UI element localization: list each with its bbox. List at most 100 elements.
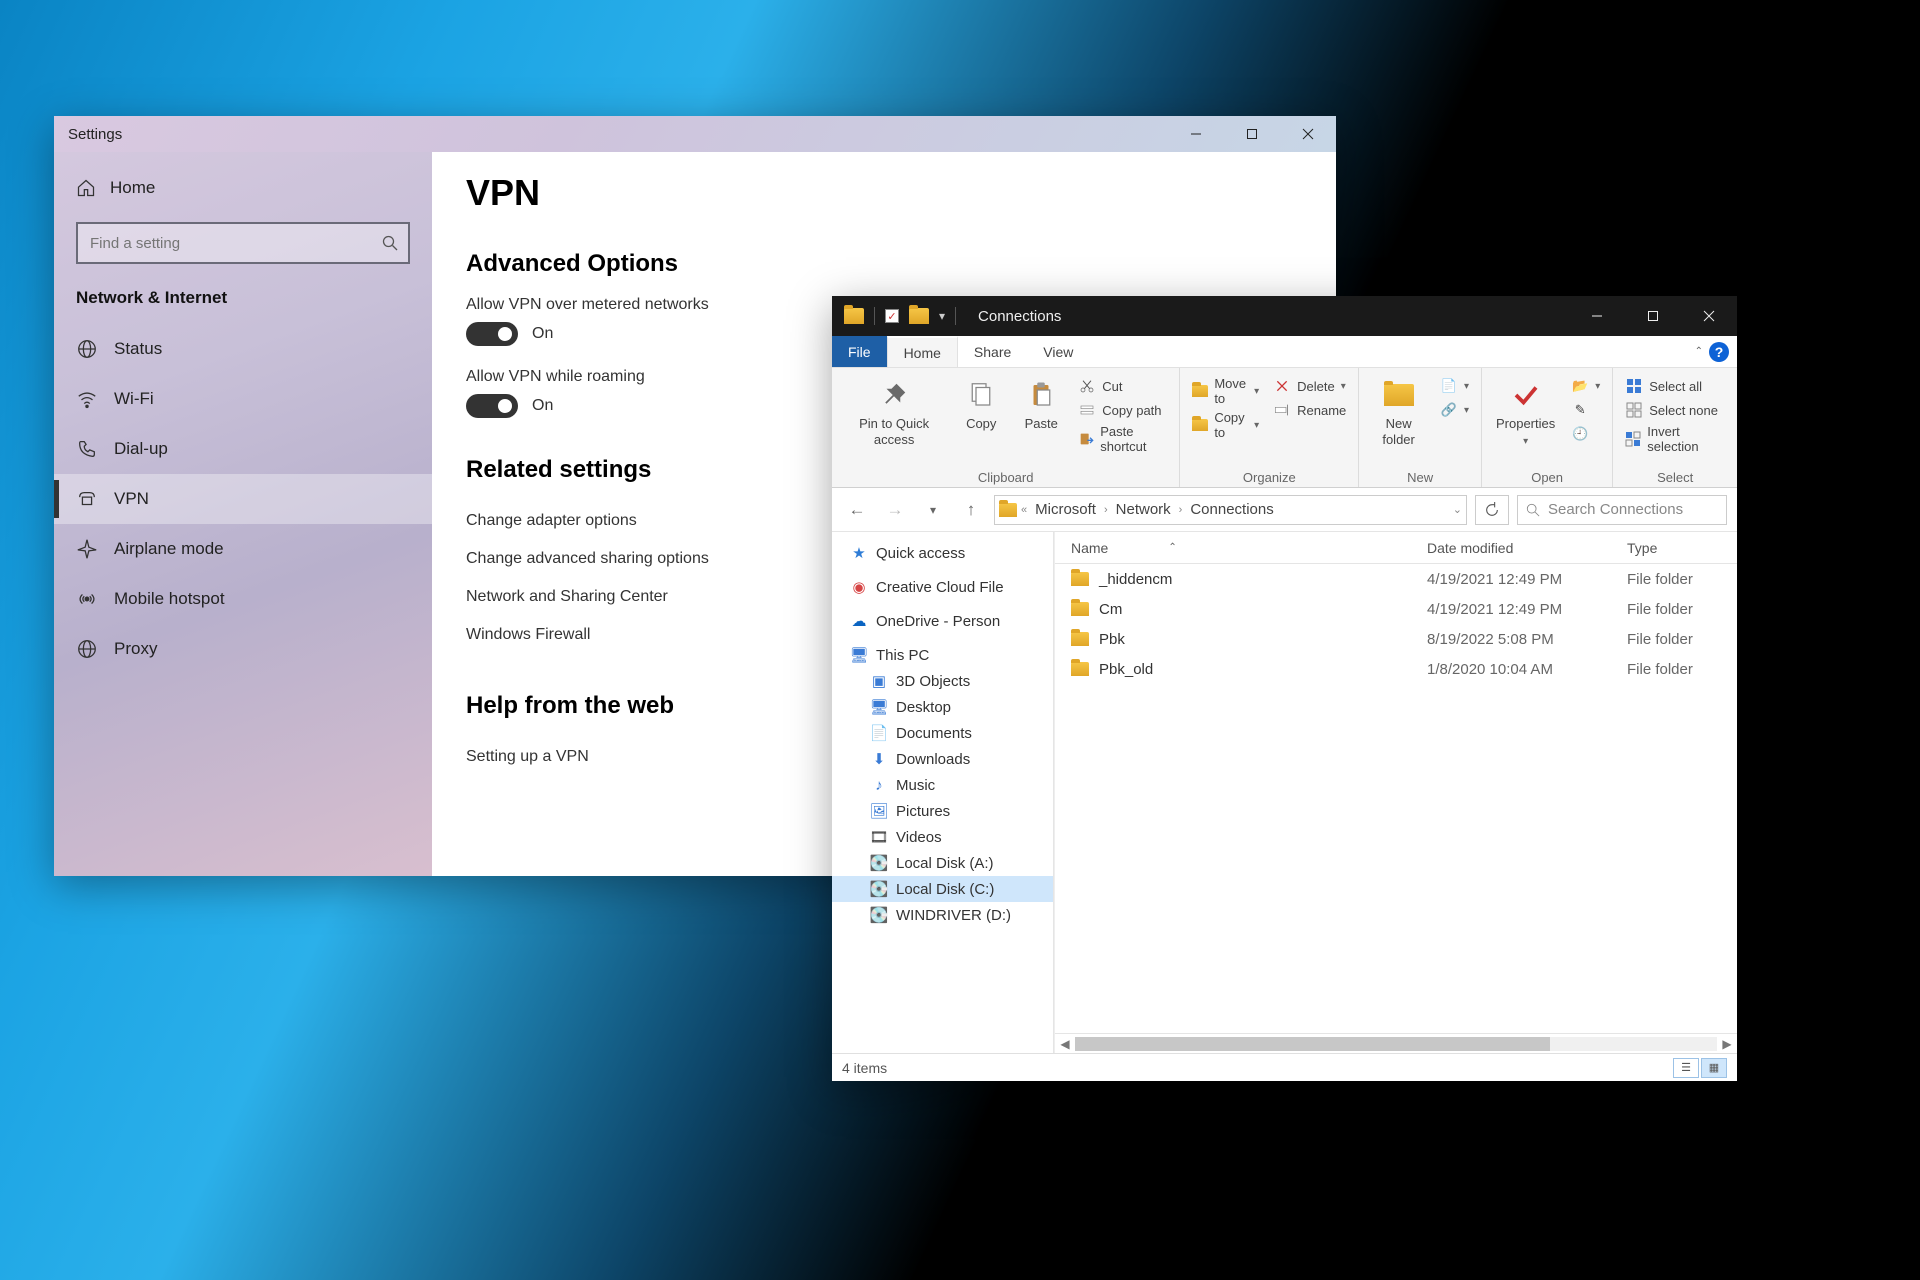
ribbon-select-all[interactable]: Select all bbox=[1621, 374, 1729, 398]
col-name[interactable]: Name bbox=[1071, 540, 1108, 556]
toggle-roaming[interactable] bbox=[466, 394, 518, 418]
tree-pictures[interactable]: 🖼Pictures bbox=[832, 798, 1053, 824]
up-button[interactable]: ↑ bbox=[956, 495, 986, 525]
ribbon-new-folder[interactable]: New folder bbox=[1367, 374, 1430, 451]
collapse-ribbon-icon[interactable]: ⌃ bbox=[1695, 346, 1703, 357]
tree-onedrive[interactable]: ☁OneDrive - Person bbox=[832, 608, 1053, 634]
ribbon-copy-to[interactable]: Copy to▾ bbox=[1188, 408, 1263, 442]
col-type[interactable]: Type bbox=[1627, 540, 1737, 556]
ribbon-paste-shortcut[interactable]: Paste shortcut bbox=[1074, 422, 1171, 456]
help-icon[interactable]: ? bbox=[1709, 342, 1729, 362]
delete-icon bbox=[1273, 377, 1291, 395]
maximize-button[interactable] bbox=[1625, 296, 1681, 336]
tree-disk-a[interactable]: 💽Local Disk (A:) bbox=[832, 850, 1053, 876]
easy-access-icon: 🔗 bbox=[1440, 401, 1458, 419]
sidebar-item-vpn[interactable]: VPN bbox=[54, 474, 432, 524]
ribbon-edit[interactable]: ✎ bbox=[1567, 398, 1604, 422]
breadcrumb[interactable]: « Microsoft› Network› Connections ⌄ bbox=[994, 495, 1467, 525]
ribbon-rename[interactable]: Rename bbox=[1269, 398, 1350, 422]
tree-documents[interactable]: 📄Documents bbox=[832, 720, 1053, 746]
separator bbox=[874, 307, 875, 325]
ribbon-history[interactable]: 🕘 bbox=[1567, 422, 1604, 446]
ribbon-easy-access[interactable]: 🔗▾ bbox=[1436, 398, 1473, 422]
ribbon-pin-quick-access[interactable]: Pin to Quick access bbox=[840, 374, 948, 451]
tree-quick-access[interactable]: ★Quick access bbox=[832, 540, 1053, 566]
ribbon-paste[interactable]: Paste bbox=[1014, 374, 1068, 436]
ribbon-properties[interactable]: Properties▾ bbox=[1490, 374, 1561, 452]
home-nav[interactable]: Home bbox=[54, 164, 432, 212]
minimize-button[interactable] bbox=[1569, 296, 1625, 336]
airplane-icon bbox=[76, 538, 98, 560]
folder-icon bbox=[1071, 632, 1089, 646]
phone-icon bbox=[76, 438, 98, 460]
tree-desktop[interactable]: 🖥Desktop bbox=[832, 694, 1053, 720]
close-button[interactable] bbox=[1280, 116, 1336, 152]
ribbon-select-none[interactable]: Select none bbox=[1621, 398, 1729, 422]
file-row[interactable]: _hiddencm 4/19/2021 12:49 PM File folder bbox=[1055, 564, 1737, 594]
breadcrumb-seg[interactable]: Connections bbox=[1186, 501, 1277, 518]
recent-locations-button[interactable]: ▾ bbox=[918, 495, 948, 525]
ribbon-invert-selection[interactable]: Invert selection bbox=[1621, 422, 1729, 456]
tree-this-pc[interactable]: 🖥This PC bbox=[832, 642, 1053, 668]
col-date[interactable]: Date modified bbox=[1427, 540, 1627, 556]
menu-home[interactable]: Home bbox=[887, 336, 958, 367]
breadcrumb-seg[interactable]: Microsoft bbox=[1031, 501, 1100, 518]
tree-3d-objects[interactable]: ▣3D Objects bbox=[832, 668, 1053, 694]
tree-creative-cloud[interactable]: ◉Creative Cloud File bbox=[832, 574, 1053, 600]
new-folder-icon bbox=[1382, 378, 1416, 412]
settings-titlebar[interactable]: Settings bbox=[54, 116, 1336, 152]
explorer-titlebar[interactable]: ✓ ▾ Connections bbox=[832, 296, 1737, 336]
minimize-button[interactable] bbox=[1168, 116, 1224, 152]
settings-search[interactable] bbox=[76, 222, 410, 264]
menu-view[interactable]: View bbox=[1027, 336, 1089, 367]
ribbon-move-to[interactable]: Move to▾ bbox=[1188, 374, 1263, 408]
file-row[interactable]: Pbk 8/19/2022 5:08 PM File folder bbox=[1055, 624, 1737, 654]
refresh-button[interactable] bbox=[1475, 495, 1509, 525]
ribbon-group-new: New bbox=[1367, 468, 1473, 485]
sidebar-item-wifi[interactable]: Wi-Fi bbox=[54, 374, 432, 424]
sidebar-item-status[interactable]: Status bbox=[54, 324, 432, 374]
sidebar-item-airplane[interactable]: Airplane mode bbox=[54, 524, 432, 574]
ribbon-cut[interactable]: Cut bbox=[1074, 374, 1171, 398]
ribbon-open[interactable]: 📂▾ bbox=[1567, 374, 1604, 398]
breadcrumb-seg[interactable]: Network bbox=[1112, 501, 1175, 518]
menu-share[interactable]: Share bbox=[958, 336, 1027, 367]
folder-icon bbox=[1071, 602, 1089, 616]
maximize-button[interactable] bbox=[1224, 116, 1280, 152]
view-details-button[interactable]: ☰ bbox=[1673, 1058, 1699, 1078]
forward-button[interactable]: → bbox=[880, 495, 910, 525]
tree-music[interactable]: ♪Music bbox=[832, 772, 1053, 798]
sidebar-item-proxy[interactable]: Proxy bbox=[54, 624, 432, 674]
tree-disk-c[interactable]: 💽Local Disk (C:) bbox=[832, 876, 1053, 902]
sort-asc-icon: ⌃ bbox=[1168, 542, 1176, 553]
rename-icon bbox=[1273, 401, 1291, 419]
ribbon-copy-path[interactable]: Copy path bbox=[1074, 398, 1171, 422]
tree-downloads[interactable]: ⬇Downloads bbox=[832, 746, 1053, 772]
menu-file[interactable]: File bbox=[832, 336, 887, 367]
qat-checkbox-icon[interactable]: ✓ bbox=[885, 309, 899, 323]
sidebar-item-hotspot[interactable]: Mobile hotspot bbox=[54, 574, 432, 624]
sidebar-item-label: Status bbox=[114, 339, 162, 359]
horizontal-scrollbar[interactable]: ◀ ▶ bbox=[1055, 1033, 1737, 1053]
move-to-icon bbox=[1192, 382, 1208, 400]
ribbon-delete[interactable]: Delete▾ bbox=[1269, 374, 1350, 398]
search-input[interactable] bbox=[76, 222, 410, 264]
explorer-window-title: Connections bbox=[968, 308, 1569, 325]
view-icons-button[interactable]: ▦ bbox=[1701, 1058, 1727, 1078]
tree-videos[interactable]: 🎞Videos bbox=[832, 824, 1053, 850]
address-bar: ← → ▾ ↑ « Microsoft› Network› Connection… bbox=[832, 488, 1737, 532]
back-button[interactable]: ← bbox=[842, 495, 872, 525]
explorer-search[interactable]: Search Connections bbox=[1517, 495, 1727, 525]
column-headers[interactable]: Name ⌃ Date modified Type bbox=[1055, 532, 1737, 564]
ribbon-new-item[interactable]: 📄▾ bbox=[1436, 374, 1473, 398]
folder-tree[interactable]: ★Quick access ◉Creative Cloud File ☁OneD… bbox=[832, 532, 1054, 1053]
toggle-metered[interactable] bbox=[466, 322, 518, 346]
close-button[interactable] bbox=[1681, 296, 1737, 336]
sidebar-item-dialup[interactable]: Dial-up bbox=[54, 424, 432, 474]
ribbon-group-open: Open bbox=[1490, 468, 1604, 485]
toggle-roaming-state: On bbox=[532, 397, 553, 415]
tree-disk-d[interactable]: 💽WINDRIVER (D:) bbox=[832, 902, 1053, 928]
file-row[interactable]: Pbk_old 1/8/2020 10:04 AM File folder bbox=[1055, 654, 1737, 684]
file-row[interactable]: Cm 4/19/2021 12:49 PM File folder bbox=[1055, 594, 1737, 624]
ribbon-copy[interactable]: Copy bbox=[954, 374, 1008, 436]
